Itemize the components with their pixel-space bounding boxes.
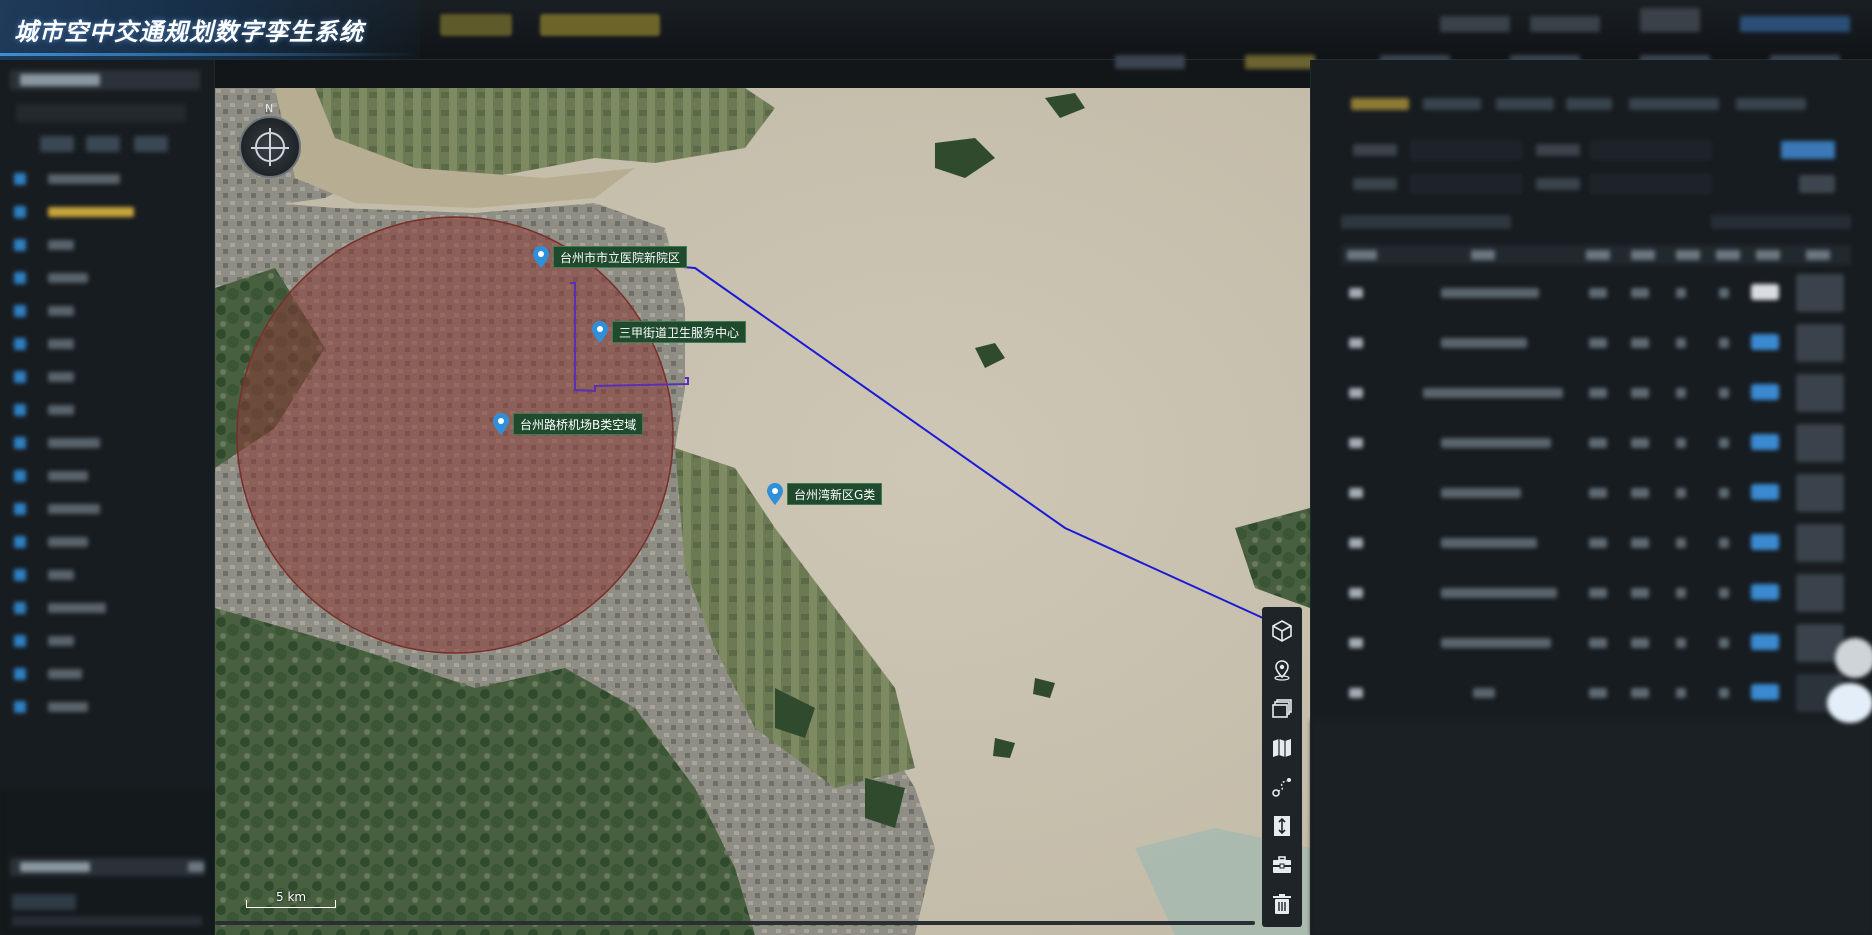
top-menu-item[interactable] [440, 14, 512, 36]
layer-list-item[interactable] [10, 170, 200, 188]
map-icon[interactable] [1267, 732, 1297, 763]
layer-list-item[interactable] [10, 335, 200, 353]
top-tab[interactable] [1245, 55, 1315, 69]
layer-list-item[interactable] [10, 533, 200, 551]
layer-list-item[interactable] [10, 566, 200, 584]
layer-list-item[interactable] [10, 269, 200, 287]
scale-label: 5 km [276, 890, 307, 904]
layer-list-item[interactable] [10, 500, 200, 518]
filter-label [1353, 144, 1397, 156]
table-row[interactable] [1341, 270, 1851, 320]
map-horizontal-scrollbar[interactable] [215, 921, 1255, 925]
layer-list-item[interactable] [10, 203, 200, 221]
reset-button[interactable] [1799, 175, 1835, 193]
table-row[interactable] [1341, 620, 1851, 670]
right-panel [1310, 60, 1872, 935]
filter-input[interactable] [1411, 141, 1521, 159]
map-scale-bar: 5 km [246, 890, 336, 908]
table-row[interactable] [1341, 420, 1851, 470]
left-filter-button[interactable] [134, 136, 168, 152]
compass-widget[interactable]: N [239, 102, 301, 178]
toolbox-icon[interactable] [1267, 849, 1297, 880]
layer-list-item[interactable] [10, 434, 200, 452]
left-filter-button[interactable] [40, 136, 74, 152]
layer-list-item[interactable] [10, 401, 200, 419]
filter-label [1536, 144, 1580, 156]
poi-marker[interactable]: 台州市市立医院新院区 [533, 246, 688, 268]
compass-north-label: N [265, 102, 274, 115]
location-pin-icon[interactable] [1267, 654, 1297, 685]
right-tab[interactable] [1566, 98, 1612, 110]
table-header [1341, 245, 1851, 265]
left-panel-footer [0, 790, 215, 935]
satellite-map[interactable] [215, 88, 1310, 935]
table-toolbar[interactable] [1341, 215, 1511, 229]
right-tab[interactable] [1496, 98, 1554, 110]
poi-label: 三甲街道卫生服务中心 [612, 321, 747, 343]
top-bar: 城市空中交通规划数字孪生系统 [0, 0, 1872, 69]
search-button[interactable] [1781, 141, 1835, 159]
poi-label: 台州市市立医院新院区 [553, 246, 688, 268]
floating-action-button[interactable] [1835, 638, 1872, 678]
layer-list-item[interactable] [10, 665, 200, 683]
poi-label: 台州路桥机场B类空域 [513, 413, 644, 435]
right-tab[interactable] [1351, 98, 1409, 110]
title-banner: 城市空中交通规划数字孪生系统 [0, 0, 420, 60]
poi-marker[interactable]: 台州路桥机场B类空域 [493, 413, 644, 435]
location-pin-icon [493, 413, 509, 435]
filter-label [1536, 178, 1580, 190]
filter-label [1353, 178, 1397, 190]
left-panel [0, 60, 215, 935]
table-row[interactable] [1341, 320, 1851, 370]
table-row[interactable] [1341, 370, 1851, 420]
top-status-text [1530, 16, 1600, 32]
top-clock [1640, 8, 1700, 32]
table-row[interactable] [1341, 570, 1851, 620]
route-icon[interactable] [1267, 771, 1297, 802]
cube-icon[interactable] [1267, 615, 1297, 646]
pagination[interactable] [1711, 215, 1851, 229]
poi-marker[interactable]: 台州湾新区G类 [767, 483, 883, 505]
layer-list-item[interactable] [10, 632, 200, 650]
location-pin-icon [767, 483, 783, 505]
right-tab[interactable] [1736, 98, 1806, 110]
filter-input[interactable] [1591, 141, 1711, 159]
table-row[interactable] [1341, 670, 1851, 720]
table-row[interactable] [1341, 470, 1851, 520]
poi-label: 台州湾新区G类 [787, 483, 883, 505]
user-account[interactable] [1740, 16, 1850, 32]
left-panel-title [20, 74, 100, 86]
layer-list-item[interactable] [10, 698, 200, 716]
filter-input[interactable] [1411, 175, 1521, 193]
right-panel-lower-area [1311, 720, 1872, 935]
layers-icon[interactable] [1267, 693, 1297, 724]
top-menu-item[interactable] [540, 14, 660, 36]
top-tab[interactable] [1115, 55, 1185, 69]
measure-icon[interactable] [1267, 810, 1297, 841]
trash-icon[interactable] [1267, 888, 1297, 919]
layer-list-item[interactable] [10, 368, 200, 386]
layer-list-item[interactable] [10, 302, 200, 320]
left-search-input[interactable] [16, 104, 186, 122]
right-tab[interactable] [1423, 98, 1481, 110]
map-view[interactable]: N 台州市市立医院新院区 三甲街道卫生服务中心 台州路桥机场B类空域 台州湾新区… [215, 88, 1310, 935]
app-root: 城市空中交通规划数字孪生系统 N 台州市市立医院新院区 三甲街道卫生服务中心 台… [0, 0, 1872, 935]
right-tab[interactable] [1629, 98, 1719, 110]
map-toolbar [1262, 607, 1302, 927]
filter-input[interactable] [1591, 175, 1711, 193]
layer-list-item[interactable] [10, 236, 200, 254]
location-pin-icon [592, 321, 608, 343]
location-pin-icon [533, 246, 549, 268]
floating-chat-button[interactable] [1827, 683, 1872, 723]
top-status-text [1440, 16, 1510, 32]
left-filter-button[interactable] [86, 136, 120, 152]
table-row[interactable] [1341, 520, 1851, 570]
poi-marker[interactable]: 三甲街道卫生服务中心 [592, 321, 747, 343]
app-title: 城市空中交通规划数字孪生系统 [14, 18, 364, 46]
layer-list-item[interactable] [10, 599, 200, 617]
layer-list-item[interactable] [10, 467, 200, 485]
